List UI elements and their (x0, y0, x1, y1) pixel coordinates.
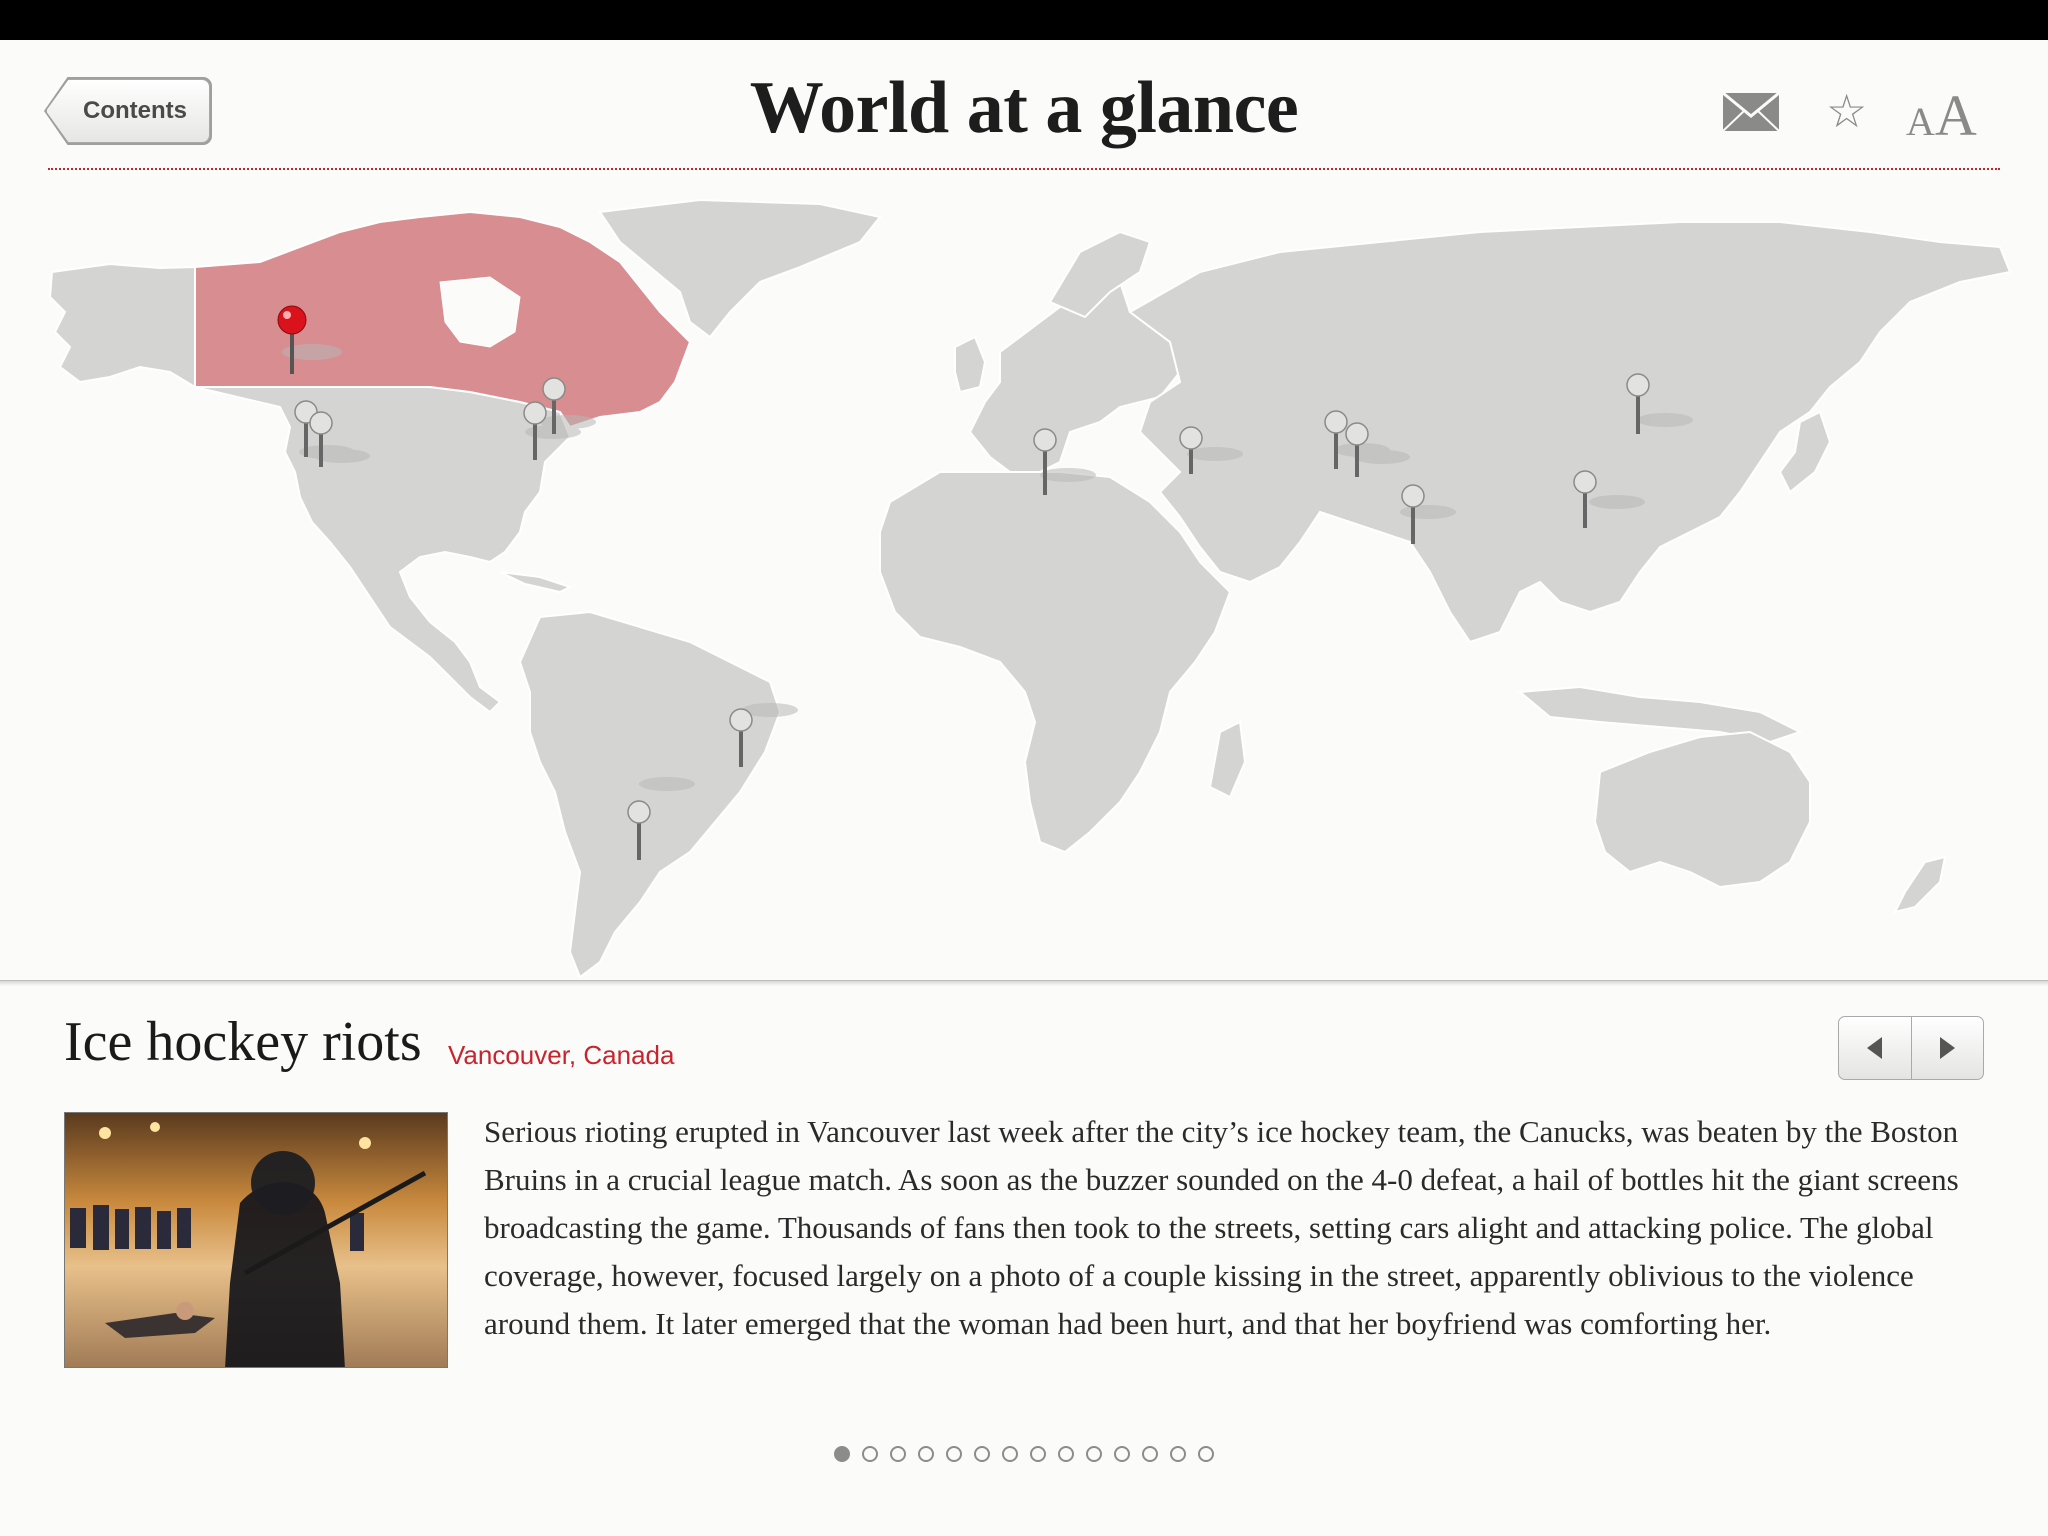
world-map-svg (48, 198, 2012, 979)
text-size-small-label: A (1906, 99, 1935, 144)
page-dot[interactable] (1030, 1446, 1046, 1462)
land-uk (954, 335, 987, 394)
page-dot[interactable] (1002, 1446, 1018, 1462)
page-dot[interactable] (862, 1446, 878, 1462)
land-south-america (518, 610, 782, 979)
story-title: Ice hockey riots (64, 1011, 422, 1073)
page-dot[interactable] (1170, 1446, 1186, 1462)
story-photo[interactable] (64, 1112, 448, 1368)
story-location: Vancouver, Canada (448, 1040, 675, 1070)
photo-icon (65, 1113, 447, 1367)
arrow-left-icon (1867, 1037, 1883, 1059)
star-icon[interactable]: ☆ (1826, 88, 1867, 134)
story-nav (1838, 1016, 1984, 1080)
land-africa (879, 471, 1232, 854)
page-dot[interactable] (974, 1446, 990, 1462)
land-asia (1128, 221, 2012, 644)
world-map[interactable] (0, 172, 2048, 982)
header-divider (48, 168, 2000, 170)
mail-icon[interactable] (1722, 92, 1780, 132)
land-australia (1593, 730, 1811, 889)
land-sea-islands (1517, 685, 1803, 744)
land-caribbean (499, 571, 573, 594)
previous-story-button[interactable] (1839, 1017, 1911, 1079)
page-indicator[interactable] (0, 1446, 2048, 1462)
land-usa-mexico (194, 386, 572, 714)
map-divider (0, 980, 2048, 986)
page-dot[interactable] (1114, 1446, 1130, 1462)
page-dot[interactable] (1086, 1446, 1102, 1462)
story-body: Serious rioting erupted in Vancouver las… (484, 1114, 1959, 1341)
land-alaska (48, 262, 196, 389)
page-dot[interactable] (1142, 1446, 1158, 1462)
text-size-big-label: A (1934, 83, 1977, 148)
next-story-button[interactable] (1910, 1017, 1984, 1079)
land-madagascar (1208, 720, 1247, 799)
text-size-icon[interactable]: AA (1906, 82, 1977, 149)
arrow-right-icon (1939, 1037, 1955, 1059)
page-dot[interactable] (918, 1446, 934, 1462)
page-dot[interactable] (1058, 1446, 1074, 1462)
status-bar (0, 0, 2048, 40)
page-dot[interactable] (946, 1446, 962, 1462)
page-dot[interactable] (834, 1446, 850, 1462)
page-dot[interactable] (890, 1446, 906, 1462)
land-new-zealand (1893, 855, 1947, 914)
page-dot[interactable] (1198, 1446, 1214, 1462)
